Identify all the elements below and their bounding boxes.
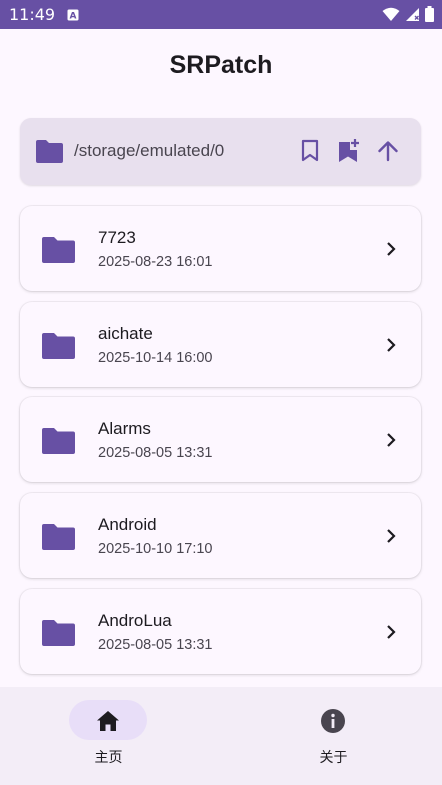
nav-label-about: 关于 — [319, 750, 348, 766]
folder-icon — [42, 333, 75, 359]
chevron-right-icon — [387, 433, 396, 447]
file-date: 2025-10-14 16:00 — [98, 350, 213, 366]
file-row[interactable]: Alarms 2025-08-05 13:31 — [20, 397, 421, 482]
status-bar: 11:49 A — [0, 0, 442, 29]
folder-icon — [36, 140, 63, 163]
battery-icon — [425, 6, 434, 22]
bottom-navigation: 主页 关于 — [0, 687, 442, 785]
nav-label-home: 主页 — [94, 750, 123, 766]
path-bar: /storage/emulated/0 — [20, 118, 421, 185]
file-name: Android — [98, 515, 157, 534]
current-path: /storage/emulated/0 — [74, 141, 225, 160]
nav-item-about[interactable]: 关于 — [221, 687, 442, 785]
info-icon — [321, 709, 345, 733]
folder-icon — [42, 428, 75, 454]
chevron-right-icon — [387, 529, 396, 543]
svg-text:A: A — [70, 12, 77, 22]
status-time: 11:49 — [9, 5, 56, 24]
file-name: 7723 — [98, 228, 136, 247]
file-row[interactable]: 7723 2025-08-23 16:01 — [20, 206, 421, 291]
wifi-icon — [382, 7, 400, 21]
file-date: 2025-10-10 17:10 — [98, 541, 213, 557]
bookmark-button[interactable] — [296, 137, 324, 165]
file-row[interactable]: Android 2025-10-10 17:10 — [20, 493, 421, 578]
signal-icon — [406, 7, 419, 21]
folder-icon — [42, 524, 75, 550]
file-row[interactable]: AndroLua 2025-08-05 13:31 — [20, 589, 421, 674]
bookmark-icon — [301, 139, 319, 162]
bookmark-add-icon — [339, 139, 359, 162]
file-date: 2025-08-05 13:31 — [98, 445, 213, 461]
file-name: aichate — [98, 324, 153, 343]
add-bookmark-button[interactable] — [335, 137, 363, 165]
folder-icon — [42, 237, 75, 263]
page-title: SRPatch — [169, 51, 273, 79]
notification-a-icon: A — [67, 9, 79, 21]
file-name: AndroLua — [98, 611, 172, 630]
chevron-right-icon — [387, 338, 396, 352]
status-icons — [382, 6, 434, 22]
nav-item-home[interactable]: 主页 — [0, 687, 221, 785]
file-date: 2025-08-05 13:31 — [98, 637, 213, 653]
chevron-right-icon — [387, 242, 396, 256]
folder-icon — [42, 620, 75, 646]
file-name: Alarms — [98, 419, 151, 438]
arrow-up-icon — [378, 141, 398, 162]
home-icon — [97, 711, 119, 731]
chevron-right-icon — [387, 625, 396, 639]
file-row[interactable]: aichate 2025-10-14 16:00 — [20, 302, 421, 387]
file-date: 2025-08-23 16:01 — [98, 254, 213, 270]
parent-directory-button[interactable] — [374, 137, 402, 165]
